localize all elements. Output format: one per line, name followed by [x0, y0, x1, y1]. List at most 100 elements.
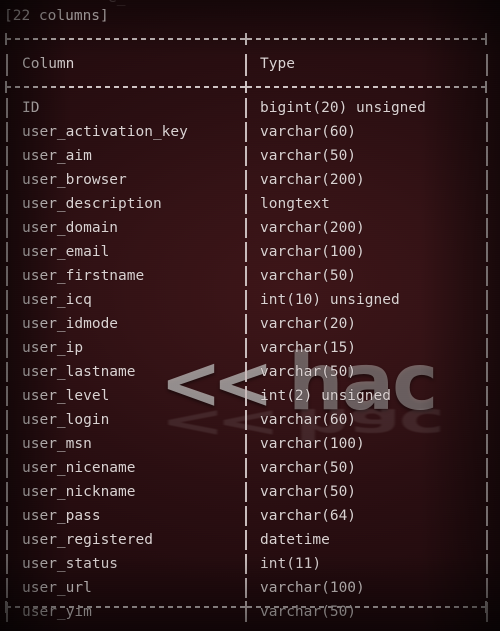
- table-row-column-name: user_domain: [22, 220, 119, 236]
- row-left-border: [6, 242, 8, 262]
- row-right-border: [486, 602, 488, 622]
- table-row-column-name: user_nickname: [22, 484, 136, 500]
- table-row-column-name: user_registered: [22, 532, 153, 548]
- row-right-border: [486, 314, 488, 334]
- row-middle-border: [245, 266, 247, 286]
- row-left-border: [6, 482, 8, 502]
- table-row-column-name: user_level: [22, 388, 110, 404]
- header-left-border: [6, 54, 8, 76]
- table-row-column-name: user_description: [22, 196, 162, 212]
- row-right-border: [486, 434, 488, 454]
- row-left-border: [6, 602, 8, 622]
- row-middle-border: [245, 554, 247, 574]
- row-right-border: [486, 338, 488, 358]
- row-middle-border: [245, 218, 247, 238]
- row-right-border: [486, 386, 488, 406]
- table-border-top: [4, 28, 488, 52]
- row-middle-border: [245, 506, 247, 526]
- table-row-column-name: user_aim: [22, 148, 92, 164]
- row-left-border: [6, 458, 8, 478]
- row-right-border: [486, 506, 488, 526]
- table-row-column-type: int(2) unsigned: [260, 388, 391, 404]
- row-right-border: [486, 98, 488, 118]
- header-middle-border: [245, 54, 247, 76]
- table-row-column-type: varchar(50): [260, 268, 357, 284]
- row-right-border: [486, 410, 488, 430]
- row-middle-border: [245, 146, 247, 166]
- row-right-border: [486, 530, 488, 550]
- row-left-border: [6, 410, 8, 430]
- row-middle-border: [245, 170, 247, 190]
- table-row-column-type: varchar(200): [260, 172, 365, 188]
- table-row-column-type: varchar(50): [260, 364, 357, 380]
- table-row-column-name: user_yim: [22, 604, 92, 620]
- table-row-column-type: varchar(60): [260, 124, 357, 140]
- row-left-border: [6, 530, 8, 550]
- table-row-column-type: int(10) unsigned: [260, 292, 400, 308]
- row-middle-border: [245, 194, 247, 214]
- row-left-border: [6, 554, 8, 574]
- row-right-border: [486, 194, 488, 214]
- table-row-column-name: user_status: [22, 556, 119, 572]
- row-left-border: [6, 386, 8, 406]
- row-right-border: [486, 290, 488, 310]
- row-right-border: [486, 170, 488, 190]
- table-row-column-name: user_email: [22, 244, 110, 260]
- row-right-border: [486, 578, 488, 598]
- row-middle-border: [245, 434, 247, 454]
- row-right-border: [486, 266, 488, 286]
- table-row-column-name: user_firstname: [22, 268, 145, 284]
- row-middle-border: [245, 386, 247, 406]
- table-row-column-name: user_pass: [22, 508, 101, 524]
- table-row-column-type: varchar(50): [260, 604, 357, 620]
- row-left-border: [6, 194, 8, 214]
- row-left-border: [6, 434, 8, 454]
- row-middle-border: [245, 578, 247, 598]
- table-row-column-type: longtext: [260, 196, 330, 212]
- row-right-border: [486, 146, 488, 166]
- row-middle-border: [245, 530, 247, 550]
- row-middle-border: [245, 602, 247, 622]
- row-right-border: [486, 122, 488, 142]
- table-row-column-type: bigint(20) unsigned: [260, 100, 426, 116]
- row-right-border: [486, 554, 488, 574]
- row-middle-border: [245, 482, 247, 502]
- header-right-border: [486, 54, 488, 76]
- table-row-column-type: varchar(15): [260, 340, 357, 356]
- table-row-column-name: user_activation_key: [22, 124, 188, 140]
- table-row-column-type: datetime: [260, 532, 330, 548]
- table-row-column-name: user_msn: [22, 436, 92, 452]
- table-row-column-name: user_icq: [22, 292, 92, 308]
- row-left-border: [6, 122, 8, 142]
- row-left-border: [6, 170, 8, 190]
- row-left-border: [6, 578, 8, 598]
- header-column-label: Column: [22, 56, 75, 72]
- row-middle-border: [245, 410, 247, 430]
- table-row-column-name: user_nicename: [22, 460, 136, 476]
- terminal-window: e_ [22 columns] << hac << hac Column Typ…: [0, 0, 500, 631]
- table-row-column-type: varchar(100): [260, 244, 365, 260]
- row-middle-border: [245, 362, 247, 382]
- table-row-column-type: varchar(60): [260, 412, 357, 428]
- row-left-border: [6, 98, 8, 118]
- row-middle-border: [245, 122, 247, 142]
- table-row-column-name: user_lastname: [22, 364, 136, 380]
- table-row-column-type: varchar(50): [260, 484, 357, 500]
- row-middle-border: [245, 242, 247, 262]
- row-left-border: [6, 338, 8, 358]
- table-row-column-name: user_browser: [22, 172, 127, 188]
- table-row-column-name: user_url: [22, 580, 92, 596]
- row-left-border: [6, 362, 8, 382]
- table-row-column-type: varchar(100): [260, 580, 365, 596]
- header-type-label: Type: [260, 56, 295, 72]
- table-row-column-type: int(11): [260, 556, 322, 572]
- row-left-border: [6, 266, 8, 286]
- table-row-column-type: varchar(50): [260, 148, 357, 164]
- row-middle-border: [245, 458, 247, 478]
- row-left-border: [6, 290, 8, 310]
- row-right-border: [486, 218, 488, 238]
- ascii-table: Column Type ID bigint(20) unsigned user_ac…: [0, 0, 500, 631]
- row-right-border: [486, 458, 488, 478]
- table-row-column-type: varchar(64): [260, 508, 357, 524]
- table-row-column-type: varchar(200): [260, 220, 365, 236]
